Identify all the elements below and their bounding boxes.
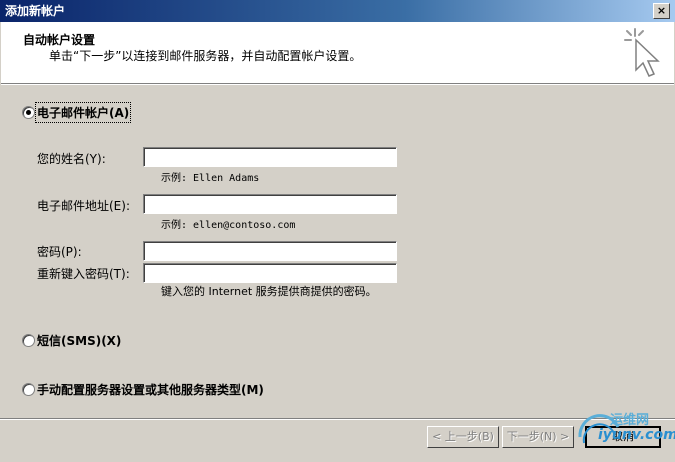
password-input[interactable] xyxy=(143,241,397,261)
sms-radio[interactable] xyxy=(22,334,35,347)
footer-divider xyxy=(0,418,675,420)
name-hint: 示例: Ellen Adams xyxy=(161,173,260,184)
password-confirm-label: 重新键入密码(T): xyxy=(37,267,130,281)
next-button[interactable]: 下一步(N) > xyxy=(502,426,574,448)
password-label: 密码(P): xyxy=(37,245,82,259)
manual-config-radio[interactable] xyxy=(22,383,35,396)
manual-config-label[interactable]: 手动配置服务器设置或其他服务器类型(M) xyxy=(37,381,264,398)
header-title: 自动帐户设置 xyxy=(23,33,96,47)
password-hint: 键入您的 Internet 服务提供商提供的密码。 xyxy=(161,285,377,298)
header-description: 单击“下一步”以连接到邮件服务器，并自动配置帐户设置。 xyxy=(49,49,362,63)
title-bar: 添加新帐户 × xyxy=(0,0,675,22)
window-title: 添加新帐户 xyxy=(5,4,66,18)
wizard-header: 自动帐户设置 单击“下一步”以连接到邮件服务器，并自动配置帐户设置。 xyxy=(1,22,674,85)
close-button[interactable]: × xyxy=(653,3,670,19)
name-label: 您的姓名(Y): xyxy=(37,152,106,166)
email-hint: 示例: ellen@contoso.com xyxy=(161,220,296,231)
email-account-radio[interactable] xyxy=(22,106,35,119)
email-label: 电子邮件地址(E): xyxy=(37,199,130,213)
email-account-label[interactable]: 电子邮件帐户(A) xyxy=(34,102,132,123)
wizard-cursor-icon xyxy=(624,28,660,77)
email-input[interactable] xyxy=(143,194,397,214)
cancel-button[interactable]: 取消 xyxy=(585,426,661,448)
back-button[interactable]: < 上一步(B) xyxy=(427,426,499,448)
name-input[interactable] xyxy=(143,147,397,167)
sms-label[interactable]: 短信(SMS)(X) xyxy=(37,332,121,349)
password-confirm-input[interactable] xyxy=(143,263,397,283)
